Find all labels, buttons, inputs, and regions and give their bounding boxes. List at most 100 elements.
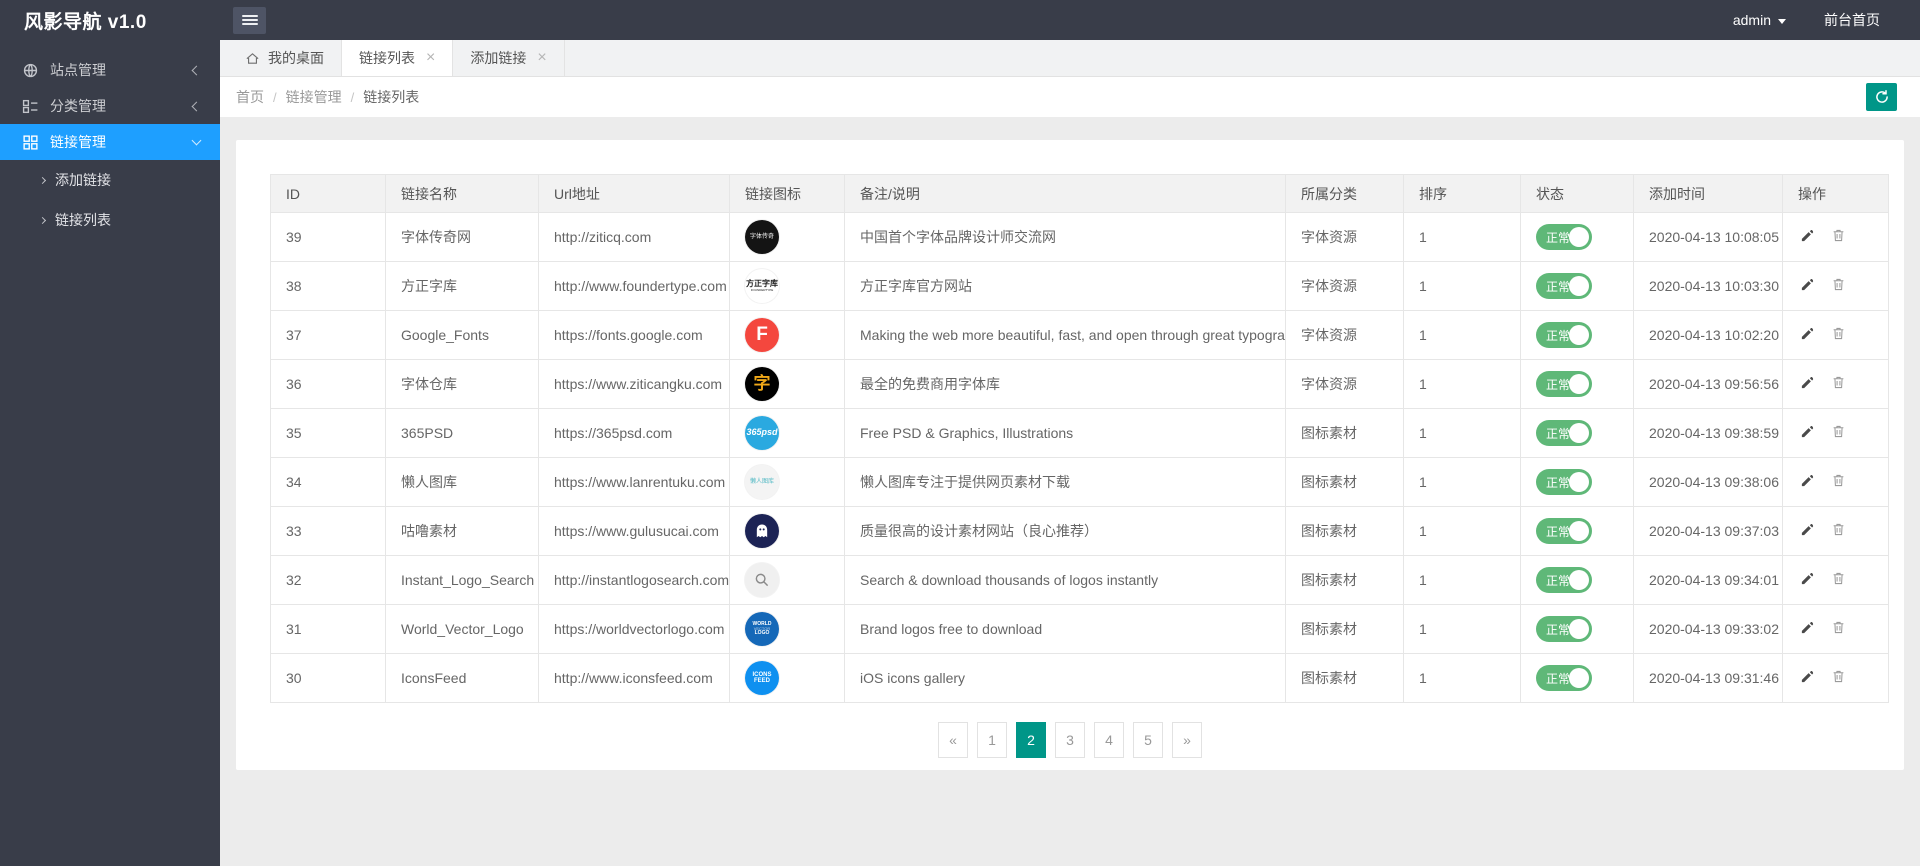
trash-icon xyxy=(1833,229,1844,242)
cell-actions xyxy=(1782,261,1889,311)
table-row: 38 方正字库 http://www.foundertype.com 方正字库 FOUN… xyxy=(270,261,1889,311)
table-row: 34 懒人图库 https://www.lanrentuku.com 懒人图库 懒人图库… xyxy=(270,457,1889,507)
link-favicon: WORLD VECTOR LOGO xyxy=(745,612,779,646)
sidebar: 站点管理 分类管理 链接管理 添加链接 链接列表 xyxy=(0,40,220,866)
edit-button[interactable] xyxy=(1798,324,1817,346)
delete-button[interactable] xyxy=(1829,373,1848,395)
cell-url: http://instantlogosearch.com xyxy=(538,555,730,605)
cell-link-name: 方正字库 xyxy=(385,261,539,311)
cell-status: 正常 xyxy=(1520,506,1634,556)
column-header: 链接图标 xyxy=(729,174,845,213)
delete-button[interactable] xyxy=(1829,275,1848,297)
favicon-text: 字体传奇 xyxy=(749,233,774,240)
sidebar-item-label: 站点管理 xyxy=(50,62,106,78)
toggle-knob xyxy=(1569,521,1589,541)
status-toggle[interactable]: 正常 xyxy=(1536,665,1592,691)
status-toggle[interactable]: 正常 xyxy=(1536,420,1592,446)
cell-status: 正常 xyxy=(1520,457,1634,507)
frontend-home-link[interactable]: 前台首页 xyxy=(1824,10,1880,30)
edit-button[interactable] xyxy=(1798,569,1817,591)
page-button-4[interactable]: 4 xyxy=(1094,722,1124,758)
sidebar-subitem-link-list[interactable]: 链接列表 xyxy=(0,200,220,240)
status-toggle[interactable]: 正常 xyxy=(1536,469,1592,495)
status-toggle[interactable]: 正常 xyxy=(1536,616,1592,642)
edit-icon xyxy=(1801,229,1814,242)
link-favicon: 字 xyxy=(745,367,779,401)
cell-added-time: 2020-04-13 09:37:03 xyxy=(1633,506,1783,556)
cell-id: 32 xyxy=(270,555,386,605)
edit-button[interactable] xyxy=(1798,520,1817,542)
edit-icon xyxy=(1801,572,1814,585)
cell-sort: 1 xyxy=(1403,604,1521,654)
status-label: 正常 xyxy=(1546,279,1571,294)
delete-button[interactable] xyxy=(1829,618,1848,640)
tab-add-link[interactable]: 添加链接 × xyxy=(453,40,565,76)
next-page-button[interactable]: » xyxy=(1172,722,1202,758)
sidebar-item-link-management[interactable]: 链接管理 xyxy=(0,124,220,160)
delete-button[interactable] xyxy=(1829,226,1848,248)
cell-added-time: 2020-04-13 09:38:59 xyxy=(1633,408,1783,458)
menu-toggle-button[interactable] xyxy=(233,6,266,34)
edit-button[interactable] xyxy=(1798,373,1817,395)
links-table: ID 链接名称 Url地址 链接图标 备注/说明 所属分类 排序 状态 添加时间 操作 39 字体传… xyxy=(270,174,1889,703)
delete-button[interactable] xyxy=(1829,520,1848,542)
cell-remark: 方正字库官方网站 xyxy=(844,261,1286,311)
status-toggle[interactable]: 正常 xyxy=(1536,371,1592,397)
sidebar-item-category-management[interactable]: 分类管理 xyxy=(0,88,220,124)
tab-label: 添加链接 xyxy=(470,50,527,66)
edit-button[interactable] xyxy=(1798,226,1817,248)
tab-my-desktop[interactable]: 我的桌面 xyxy=(228,40,342,76)
breadcrumb-home[interactable]: 首页 xyxy=(236,87,264,107)
app-logo[interactable]: 风影导航 v1.0 xyxy=(0,7,220,34)
edit-icon xyxy=(1801,621,1814,634)
page-button-1[interactable]: 1 xyxy=(977,722,1007,758)
delete-button[interactable] xyxy=(1829,471,1848,493)
page-button-2[interactable]: 2 xyxy=(1016,722,1046,758)
tab-label: 我的桌面 xyxy=(268,50,324,66)
magnifier-icon xyxy=(755,573,769,587)
table-header-row: ID 链接名称 Url地址 链接图标 备注/说明 所属分类 排序 状态 添加时间 操作 xyxy=(270,174,1889,213)
cell-added-time: 2020-04-13 10:02:20 xyxy=(1633,310,1783,360)
edit-button[interactable] xyxy=(1798,422,1817,444)
link-favicon: 字体传奇 xyxy=(745,220,779,254)
tab-link-list[interactable]: 链接列表 × xyxy=(342,40,454,76)
cell-sort: 1 xyxy=(1403,653,1521,703)
refresh-button[interactable] xyxy=(1866,83,1897,111)
sidebar-item-site-management[interactable]: 站点管理 xyxy=(0,52,220,88)
delete-button[interactable] xyxy=(1829,422,1848,444)
status-toggle[interactable]: 正常 xyxy=(1536,567,1592,593)
status-label: 正常 xyxy=(1546,622,1571,637)
toggle-knob xyxy=(1569,227,1589,247)
sidebar-subitem-add-link[interactable]: 添加链接 xyxy=(0,160,220,200)
breadcrumb-separator: / xyxy=(350,89,355,105)
delete-button[interactable] xyxy=(1829,324,1848,346)
edit-button[interactable] xyxy=(1798,618,1817,640)
cell-url: https://www.gulusucai.com xyxy=(538,506,730,556)
breadcrumb-link-management[interactable]: 链接管理 xyxy=(286,87,342,107)
user-menu[interactable]: admin xyxy=(1733,12,1786,28)
edit-button[interactable] xyxy=(1798,667,1817,689)
table-card: ID 链接名称 Url地址 链接图标 备注/说明 所属分类 排序 状态 添加时间 操作 39 字体传… xyxy=(236,140,1904,770)
page-button-3[interactable]: 3 xyxy=(1055,722,1085,758)
ghost-icon xyxy=(756,524,768,538)
cell-favicon: 懒人图库 xyxy=(729,457,845,507)
status-toggle[interactable]: 正常 xyxy=(1536,224,1592,250)
cell-added-time: 2020-04-13 09:56:56 xyxy=(1633,359,1783,409)
prev-page-button[interactable]: « xyxy=(938,722,968,758)
cell-sort: 1 xyxy=(1403,212,1521,262)
edit-button[interactable] xyxy=(1798,275,1817,297)
status-toggle[interactable]: 正常 xyxy=(1536,322,1592,348)
page-button-5[interactable]: 5 xyxy=(1133,722,1163,758)
delete-button[interactable] xyxy=(1829,667,1848,689)
cell-sort: 1 xyxy=(1403,506,1521,556)
tab-label: 链接列表 xyxy=(359,50,415,66)
cell-id: 36 xyxy=(270,359,386,409)
table-row: 35 365PSD https://365psd.com 365psd Free PSD… xyxy=(270,408,1889,458)
status-label: 正常 xyxy=(1546,573,1571,588)
close-icon[interactable]: × xyxy=(426,50,435,66)
status-toggle[interactable]: 正常 xyxy=(1536,273,1592,299)
edit-button[interactable] xyxy=(1798,471,1817,493)
close-icon[interactable]: × xyxy=(537,50,546,66)
status-toggle[interactable]: 正常 xyxy=(1536,518,1592,544)
delete-button[interactable] xyxy=(1829,569,1848,591)
